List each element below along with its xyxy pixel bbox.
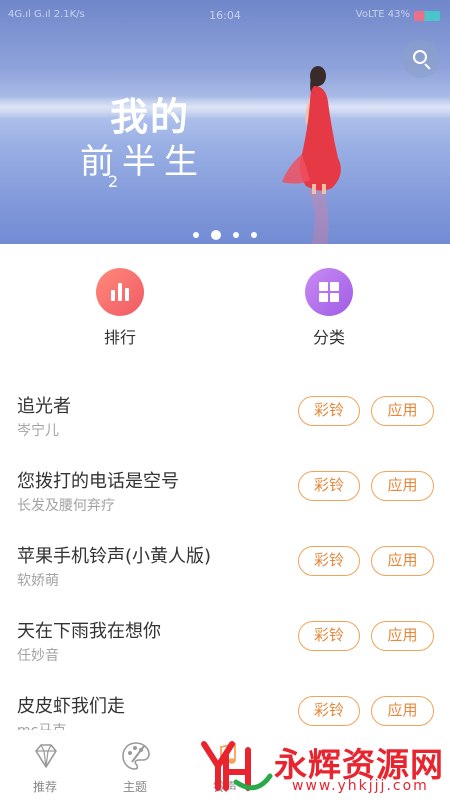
apply-ringtone-button[interactable]: 应用: [371, 696, 434, 726]
carousel-dot[interactable]: [233, 231, 239, 238]
song-list-item[interactable]: 天在下雨我在想你 任妙音 彩铃 应用: [0, 617, 450, 692]
category-ranking[interactable]: 排行: [75, 268, 165, 348]
category-classify-label: 分类: [312, 328, 345, 347]
banner-title-number: 2: [108, 172, 121, 191]
bar-chart-icon: [96, 268, 144, 316]
palette-icon: [122, 742, 150, 770]
status-bar: 4G.ıl G.ıl 2.1K/s 16:04 VoLTE 43%: [0, 0, 450, 30]
watermark-url: www.yhkjjj.com: [292, 778, 429, 794]
carousel-indicator: [0, 224, 450, 243]
search-icon: [413, 50, 427, 64]
song-title: 追光者: [17, 396, 71, 417]
song-title: 天在下雨我在想你: [17, 621, 161, 642]
grid-icon: [305, 268, 353, 316]
song-artist: 软娇萌: [17, 573, 59, 589]
watermark: 永辉资源网 www.yhkjjj.com: [196, 736, 450, 800]
banner-title-line1: 我的: [110, 95, 191, 139]
woman-in-red-dress-image: [282, 66, 341, 244]
song-artist: 长发及腰何弃疗: [17, 498, 115, 514]
apply-ringtone-button[interactable]: 应用: [371, 396, 434, 426]
banner-carousel[interactable]: 4G.ıl G.ıl 2.1K/s 16:04 VoLTE 43% 我的 前半生…: [0, 0, 450, 244]
song-list-item[interactable]: 追光者 岑宁儿 彩铃 应用: [0, 392, 450, 467]
set-ringback-button[interactable]: 彩铃: [298, 546, 360, 576]
banner-horizon: [0, 96, 450, 118]
search-button[interactable]: [402, 40, 440, 78]
set-ringback-button[interactable]: 彩铃: [298, 471, 360, 501]
watermark-logo: [201, 741, 273, 791]
song-title: 苹果手机铃声(小黄人版): [17, 546, 212, 567]
nav-item-theme-label: 主题: [122, 780, 147, 794]
category-ranking-label: 排行: [103, 328, 136, 347]
carousel-dot[interactable]: [193, 231, 199, 238]
nav-item-recommend-label: 推荐: [32, 780, 57, 794]
battery-icon: [414, 11, 440, 21]
set-ringback-button[interactable]: 彩铃: [298, 396, 360, 426]
apply-ringtone-button[interactable]: 应用: [371, 546, 434, 576]
nav-item-theme[interactable]: 主题: [90, 730, 180, 800]
song-artist: 岑宁儿: [17, 423, 59, 439]
system-status: VoLTE 43%: [355, 9, 410, 20]
song-title: 皮皮虾我们走: [17, 696, 125, 717]
song-artist: 任妙音: [17, 648, 59, 664]
song-list-item[interactable]: 苹果手机铃声(小黄人版) 软娇萌 彩铃 应用: [0, 542, 450, 617]
set-ringback-button[interactable]: 彩铃: [298, 696, 360, 726]
song-list-item[interactable]: 您拨打的电话是空号 长发及腰何弃疗 彩铃 应用: [0, 467, 450, 542]
carousel-dot[interactable]: [251, 231, 257, 238]
set-ringback-button[interactable]: 彩铃: [298, 621, 360, 651]
carousel-dot-active[interactable]: [211, 229, 221, 240]
apply-ringtone-button[interactable]: 应用: [371, 621, 434, 651]
diamond-icon: [35, 744, 57, 768]
nav-item-recommend[interactable]: 推荐: [0, 730, 90, 800]
banner-title-line2: 前半生: [80, 142, 206, 182]
song-title: 您拨打的电话是空号: [17, 471, 179, 492]
apply-ringtone-button[interactable]: 应用: [371, 471, 434, 501]
category-classify[interactable]: 分类: [284, 268, 374, 348]
